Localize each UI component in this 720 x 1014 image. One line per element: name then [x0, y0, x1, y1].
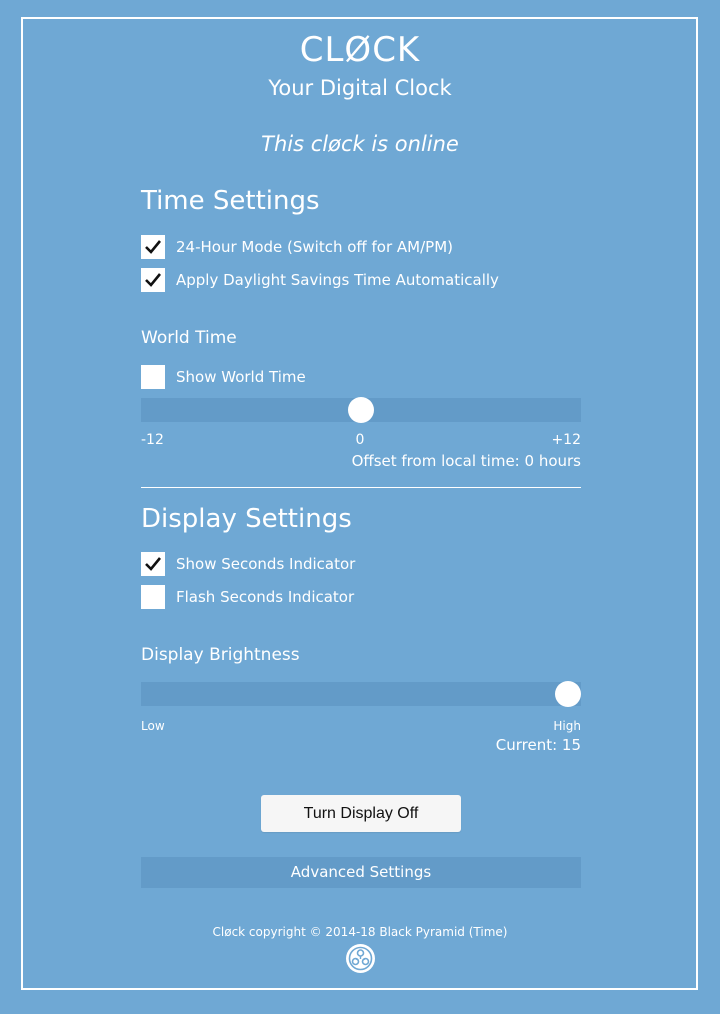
slider-thumb[interactable]	[348, 397, 374, 423]
offset-readout: Offset from local time: 0 hours	[351, 452, 581, 470]
display-settings-heading: Display Settings	[141, 504, 352, 534]
checkmark-icon	[145, 557, 162, 571]
option-show-world-time[interactable]: Show World Time	[141, 365, 306, 389]
slider-mid-label: 0	[355, 432, 365, 448]
app-title: CLØCK	[299, 30, 421, 70]
option-flash-seconds[interactable]: Flash Seconds Indicator	[141, 585, 354, 609]
checkbox-daylight-savings[interactable]	[141, 268, 165, 292]
brightness-slider[interactable]	[141, 681, 581, 707]
black-pyramid-logo-icon[interactable]	[345, 943, 376, 974]
checkbox-flash-seconds[interactable]	[141, 585, 165, 609]
slider-min-label: -12	[141, 432, 164, 448]
slider-max-label: +12	[551, 432, 581, 448]
slider-thumb[interactable]	[555, 681, 581, 707]
checkbox-show-seconds[interactable]	[141, 552, 165, 576]
brightness-high-label: High	[553, 719, 581, 733]
checkbox-show-world-time[interactable]	[141, 365, 165, 389]
option-label: Show World Time	[176, 368, 306, 386]
brightness-low-label: Low	[141, 719, 165, 733]
option-label: 24-Hour Mode (Switch off for AM/PM)	[176, 238, 454, 256]
option-24-hour-mode[interactable]: 24-Hour Mode (Switch off for AM/PM)	[141, 235, 453, 259]
option-label: Flash Seconds Indicator	[176, 588, 355, 606]
advanced-settings-button[interactable]: Advanced Settings	[141, 857, 581, 888]
world-time-heading: World Time	[141, 328, 237, 348]
app-subtitle: Your Digital Clock	[268, 76, 452, 100]
brightness-heading: Display Brightness	[141, 645, 300, 665]
world-time-offset-slider[interactable]	[141, 397, 581, 423]
page-frame	[21, 17, 698, 990]
copyright-text: Cløck copyright © 2014-18 Black Pyramid …	[212, 925, 508, 939]
time-settings-heading: Time Settings	[141, 186, 320, 216]
checkmark-icon	[145, 273, 162, 287]
option-show-seconds[interactable]: Show Seconds Indicator	[141, 552, 355, 576]
checkbox-24-hour-mode[interactable]	[141, 235, 165, 259]
checkmark-icon	[145, 240, 162, 254]
connection-status: This cløck is online	[261, 132, 459, 156]
option-label: Show Seconds Indicator	[176, 555, 356, 573]
option-daylight-savings[interactable]: Apply Daylight Savings Time Automaticall…	[141, 268, 499, 292]
option-label: Apply Daylight Savings Time Automaticall…	[176, 271, 499, 289]
brightness-readout: Current: 15	[495, 736, 581, 754]
turn-display-off-button[interactable]: Turn Display Off	[261, 795, 461, 832]
section-divider	[141, 487, 581, 488]
